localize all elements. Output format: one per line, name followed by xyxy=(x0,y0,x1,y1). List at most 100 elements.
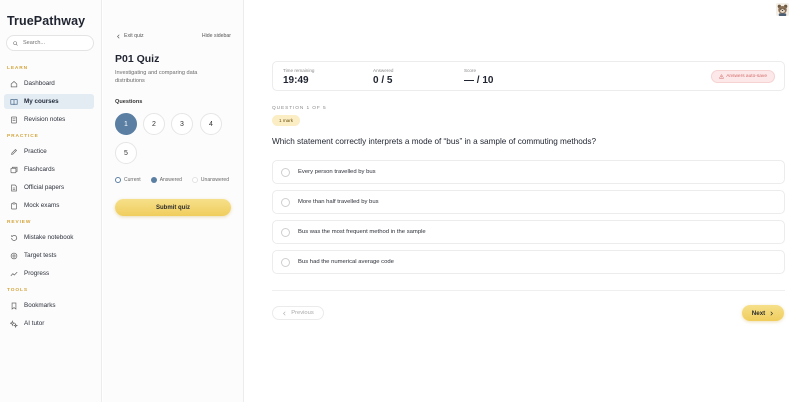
sidebar-item-label: Target tests xyxy=(24,252,57,259)
radio-button[interactable] xyxy=(281,197,290,207)
target-icon xyxy=(10,252,18,260)
answer-option-2[interactable]: More than half travelled by bus xyxy=(272,190,785,214)
submit-quiz-button[interactable]: Submit quiz xyxy=(115,199,231,216)
answer-option-text: More than half travelled by bus xyxy=(298,199,379,205)
section-label-review: REVIEW xyxy=(7,220,32,225)
sidebar-item-label: Practice xyxy=(24,148,47,155)
marks-badge: 1 mark xyxy=(272,115,301,126)
papers-icon xyxy=(10,184,18,192)
answered-dot-icon xyxy=(150,177,157,183)
sidebar-item-flashcards[interactable]: Flashcards xyxy=(4,162,94,177)
question-number-button-5[interactable]: 5 xyxy=(115,142,137,164)
legend-answered-label: Answered xyxy=(159,177,182,183)
sidebar-item-label: AI tutor xyxy=(24,320,45,327)
sidebar-item-mock-exams[interactable]: Mock exams xyxy=(4,198,94,213)
search-box[interactable] xyxy=(6,35,94,51)
notes-icon xyxy=(10,116,18,124)
question-number-button-2[interactable]: 2 xyxy=(143,113,165,135)
answered-stat: Answered 0 / 5 xyxy=(373,68,393,86)
sidebar-item-official-papers[interactable]: Official papers xyxy=(4,180,94,195)
sidebar-item-target-tests[interactable]: Target tests xyxy=(4,248,94,263)
autosave-badge: Answers auto-save xyxy=(711,70,775,83)
sidebar-item-revision-notes[interactable]: Revision notes xyxy=(4,112,94,127)
exit-quiz-label: Exit quiz xyxy=(124,33,144,39)
current-dot-icon xyxy=(115,177,121,183)
question-counter: QUESTION 1 OF 5 xyxy=(272,106,327,111)
quiz-stats-bar: Time remaining 19:49 Answered 0 / 5 Scor… xyxy=(272,61,785,91)
score-label: Score xyxy=(464,68,477,73)
question-status-legend: Current Answered Unanswered xyxy=(115,177,239,183)
question-number-button-1[interactable]: 1 xyxy=(115,113,137,135)
history-icon xyxy=(10,234,18,242)
cards-icon xyxy=(10,166,18,174)
score-value: — / 10 xyxy=(464,75,494,86)
user-avatar-icon[interactable] xyxy=(776,3,789,16)
sidebar-item-label: Flashcards xyxy=(24,166,55,173)
bookmark-icon xyxy=(10,302,18,310)
quiz-subtitle: Investigating and comparing data distrib… xyxy=(115,70,198,84)
sidebar-item-label: Official papers xyxy=(24,184,65,191)
search-icon xyxy=(13,40,18,46)
warning-icon xyxy=(719,74,725,79)
next-label: Next xyxy=(751,309,766,317)
legend-unanswered: Unanswered xyxy=(191,177,229,183)
answer-option-4[interactable]: Bus had the numerical average code xyxy=(272,250,785,274)
hide-sidebar-button[interactable]: Hide sidebar xyxy=(202,33,231,39)
sidebar-item-label: Dashboard xyxy=(24,80,55,87)
next-button[interactable]: Next xyxy=(742,305,784,321)
quiz-panel: Exit quiz Hide sidebar P01 Quiz Investig… xyxy=(103,0,244,402)
time-remaining-stat: Time remaining 19:49 xyxy=(283,68,315,86)
answer-option-1[interactable]: Every person travelled by bus xyxy=(272,160,785,184)
sidebar-item-label: Bookmarks xyxy=(24,302,56,309)
autosave-label: Answers auto-save xyxy=(726,74,767,79)
sidebar-item-label: Mistake notebook xyxy=(24,234,74,241)
previous-label: Previous xyxy=(291,310,314,316)
time-remaining-value: 19:49 xyxy=(283,75,309,86)
sidebar-item-label: Progress xyxy=(24,270,50,277)
radio-button[interactable] xyxy=(281,227,290,237)
divider xyxy=(272,290,785,291)
section-label-tools: TOOLS xyxy=(7,288,28,293)
clipboard-icon xyxy=(10,201,18,210)
score-stat: Score — / 10 xyxy=(464,68,493,86)
section-label-practice: PRACTICE xyxy=(7,134,39,139)
sidebar-item-bookmarks[interactable]: Bookmarks xyxy=(4,298,94,313)
sidebar-item-ai-tutor[interactable]: AI tutor xyxy=(4,316,94,331)
sidebar-item-label: Mock exams xyxy=(24,202,60,209)
question-text: Which statement correctly interprets a m… xyxy=(272,137,596,146)
radio-button[interactable] xyxy=(281,257,290,267)
sidebar-item-progress[interactable]: Progress xyxy=(4,266,94,281)
sidebar-item-dashboard[interactable]: Dashboard xyxy=(4,76,94,91)
exit-quiz-link[interactable]: Exit quiz xyxy=(116,33,144,39)
section-label-learn: LEARN xyxy=(7,66,29,71)
legend-current: Current xyxy=(115,177,141,183)
legend-current-label: Current xyxy=(124,177,141,183)
answered-label: Answered xyxy=(373,68,394,73)
quiz-title: P01 Quiz xyxy=(115,53,160,65)
pencil-icon xyxy=(10,148,18,156)
sidebar-item-practice[interactable]: Practice xyxy=(4,144,94,159)
chevron-left-icon xyxy=(283,311,286,315)
question-number-button-4[interactable]: 4 xyxy=(200,113,222,135)
unanswered-dot-icon xyxy=(191,177,198,183)
time-remaining-label: Time remaining xyxy=(283,68,315,73)
answer-option-3[interactable]: Bus was the most frequent method in the … xyxy=(272,220,785,244)
home-icon xyxy=(10,80,18,88)
sidebar-item-my-courses[interactable]: My courses xyxy=(4,94,94,109)
previous-button[interactable]: Previous xyxy=(272,306,324,320)
radio-button[interactable] xyxy=(281,167,290,177)
answer-option-text: Every person travelled by bus xyxy=(298,169,376,175)
brand-logo-text[interactable]: TruePathway xyxy=(7,14,85,28)
question-number-button-3[interactable]: 3 xyxy=(171,113,193,135)
sidebar-item-label: Revision notes xyxy=(24,116,66,123)
legend-unanswered-label: Unanswered xyxy=(200,177,229,183)
book-icon xyxy=(10,98,18,106)
chevron-right-icon xyxy=(770,311,774,315)
answered-value: 0 / 5 xyxy=(373,75,393,86)
sidebar-item-mistake-notebook[interactable]: Mistake notebook xyxy=(4,230,94,245)
search-input[interactable] xyxy=(23,40,93,46)
questions-label: Questions xyxy=(115,99,143,105)
trend-icon xyxy=(10,270,18,278)
chevron-left-icon xyxy=(117,34,120,38)
legend-answered: Answered xyxy=(150,177,182,183)
